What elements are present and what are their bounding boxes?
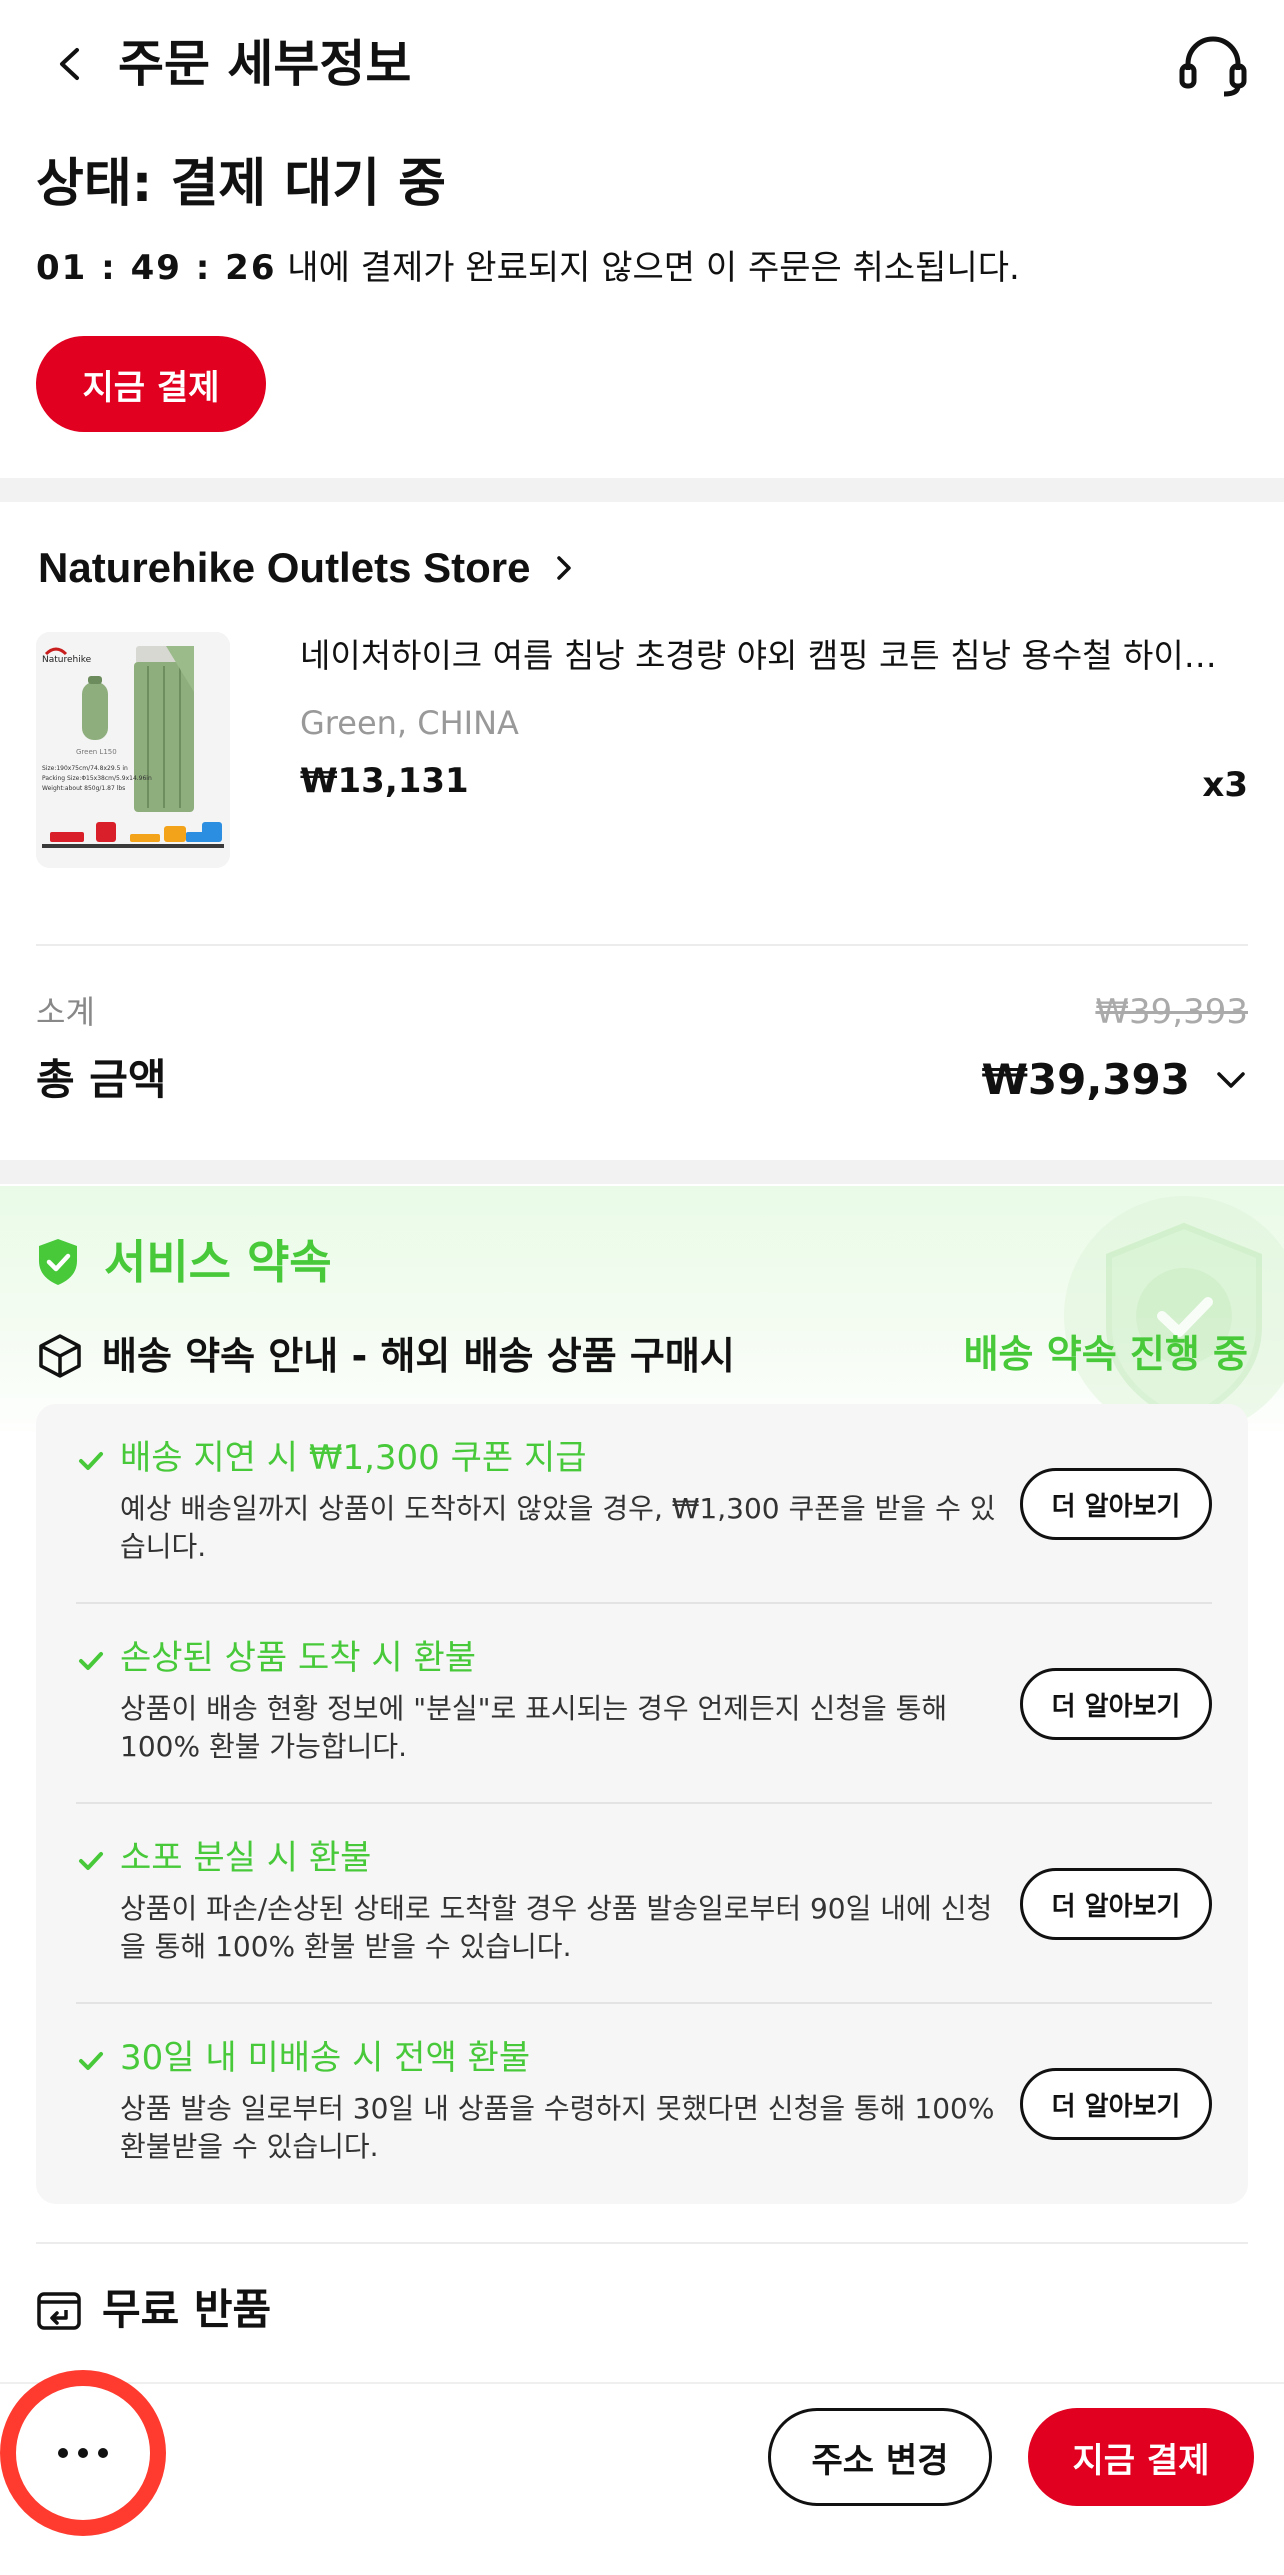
chevron-right-icon (557, 556, 572, 580)
subtotal-value: ₩39,393 (1095, 992, 1248, 1032)
promise-item: 30일 내 미배송 시 전액 환불 상품 발송 일로부터 30일 내 상품을 수… (36, 2004, 1248, 2204)
promise-title: 소포 분실 시 환불 (120, 1838, 372, 1878)
pay-now-button[interactable]: 지금 결제 (36, 336, 266, 432)
learn-more-button[interactable]: 더 알아보기 (1020, 1868, 1212, 1940)
total-value: ₩39,393 (981, 1055, 1190, 1104)
service-promise-section: 서비스 약속 배송 약속 안내 - 해외 배송 상품 구매시 배송 약속 진행 … (0, 1186, 1284, 2246)
change-address-button[interactable]: 주소 변경 (768, 2408, 992, 2506)
service-title-row: 서비스 약속 (36, 1232, 332, 1292)
sleeping-bag-image: Naturehike Green L150 Size:190x75cm/74.8… (36, 632, 230, 868)
promise-item: 소포 분실 시 환불 상품이 파손/손상된 상태로 도착할 경우 상품 발송일로… (36, 1804, 1248, 2004)
thumb-spec-weight: Weight:about 850g/1.87 lbs (42, 785, 125, 792)
more-dots-icon (58, 2448, 108, 2458)
shield-check-icon (39, 1239, 77, 1285)
check-icon (79, 2052, 103, 2070)
promise-title: 배송 지연 시 ₩1,300 쿠폰 지급 (120, 1438, 587, 1478)
promise-item: 손상된 상품 도착 시 환불 상품이 배송 현황 정보에 "분실"로 표시되는 … (36, 1604, 1248, 1804)
promise-list: 배송 지연 시 ₩1,300 쿠폰 지급 예상 배송일까지 상품이 도착하지 않… (36, 1404, 1248, 2204)
order-status-title: 상태: 결제 대기 중 (36, 154, 446, 214)
thumb-model: Green L150 (76, 748, 117, 756)
learn-more-button[interactable]: 더 알아보기 (1020, 1468, 1212, 1540)
section-divider (0, 1160, 1284, 1184)
section-divider (0, 478, 1284, 502)
check-icon (79, 1852, 103, 1870)
thumb-spec-size: Size:190x75cm/74.8x29.5 in (42, 765, 128, 772)
subtotal-label: 소계 (36, 993, 95, 1031)
return-icon (37, 2292, 81, 2330)
product-thumbnail[interactable]: Naturehike Green L150 Size:190x75cm/74.8… (36, 632, 230, 868)
divider (36, 944, 1248, 946)
more-options-button[interactable] (0, 2370, 166, 2536)
promise-item: 배송 지연 시 ₩1,300 쿠폰 지급 예상 배송일까지 상품이 도착하지 않… (36, 1404, 1248, 1604)
service-title: 서비스 약속 (104, 1235, 332, 1289)
delivery-promise-header: 배송 약속 안내 - 해외 배송 상품 구매시 배송 약속 진행 중 (36, 1326, 1248, 1386)
page-title: 주문 세부정보 (118, 35, 412, 93)
total-amount-toggle[interactable]: ₩39,393 (982, 1052, 1248, 1108)
chevron-down-icon (1217, 1072, 1245, 1088)
thumb-brand: Naturehike (42, 655, 92, 665)
learn-more-button[interactable]: 더 알아보기 (1020, 1668, 1212, 1740)
check-icon (79, 1452, 103, 1470)
check-icon (79, 1652, 103, 1670)
total-label: 총 금액 (36, 1055, 167, 1104)
product-variant: Green, CHINA (300, 704, 519, 742)
product-name[interactable]: 네이처하이크 여름 침낭 초경량 야외 캠핑 코튼 침낭 용수철 하이… (300, 632, 1240, 680)
countdown-timer: 01 : 49 : 26 (36, 248, 277, 288)
store-link[interactable]: Naturehike Outlets Store (38, 536, 578, 600)
chevron-left-icon[interactable] (50, 44, 90, 84)
divider (36, 2242, 1248, 2244)
pay-now-button[interactable]: 지금 결제 (1028, 2408, 1254, 2506)
countdown-message: 내에 결제가 완료되지 않으면 이 주문은 취소됩니다. (276, 248, 1020, 288)
countdown-notice: 01 : 49 : 26 내에 결제가 완료되지 않으면 이 주문은 취소됩니다… (36, 246, 1020, 290)
promise-title: 손상된 상품 도착 시 환불 (120, 1638, 477, 1678)
package-icon (39, 1334, 81, 1378)
promise-description: 상품이 배송 현황 정보에 "분실"로 표시되는 경우 언제든지 신청을 통해 … (120, 1692, 948, 1763)
promise-description: 상품 발송 일로부터 30일 내 상품을 수령하지 못했다면 신청을 통해 10… (120, 2092, 995, 2163)
store-name: Naturehike Outlets Store (38, 544, 531, 591)
promise-title: 30일 내 미배송 시 전액 환불 (120, 2038, 531, 2078)
learn-more-button[interactable]: 더 알아보기 (1020, 2068, 1212, 2140)
thumb-spec-packing: Packing Size:Φ15x38cm/5.9x14.96in (42, 775, 152, 782)
delivery-promise-title: 배송 약속 안내 - 해외 배송 상품 구매시 (102, 1334, 735, 1378)
header-bar: 주문 세부정보 (0, 0, 1284, 130)
headset-icon[interactable] (1178, 34, 1248, 98)
promise-description: 예상 배송일까지 상품이 도착하지 않았을 경우, ₩1,300 쿠폰을 받을 … (120, 1492, 996, 1563)
product-quantity: x3 (1202, 765, 1248, 805)
free-return-title: 무료 반품 (102, 2285, 272, 2334)
promise-description: 상품이 파손/손상된 상태로 도착할 경우 상품 발송일로부터 90일 내에 신… (120, 1892, 993, 1963)
product-price: ₩13,131 (300, 761, 469, 801)
free-return-row: 무료 반품 (36, 2282, 271, 2338)
delivery-promise-status: 배송 약속 진행 중 (963, 1332, 1248, 1376)
